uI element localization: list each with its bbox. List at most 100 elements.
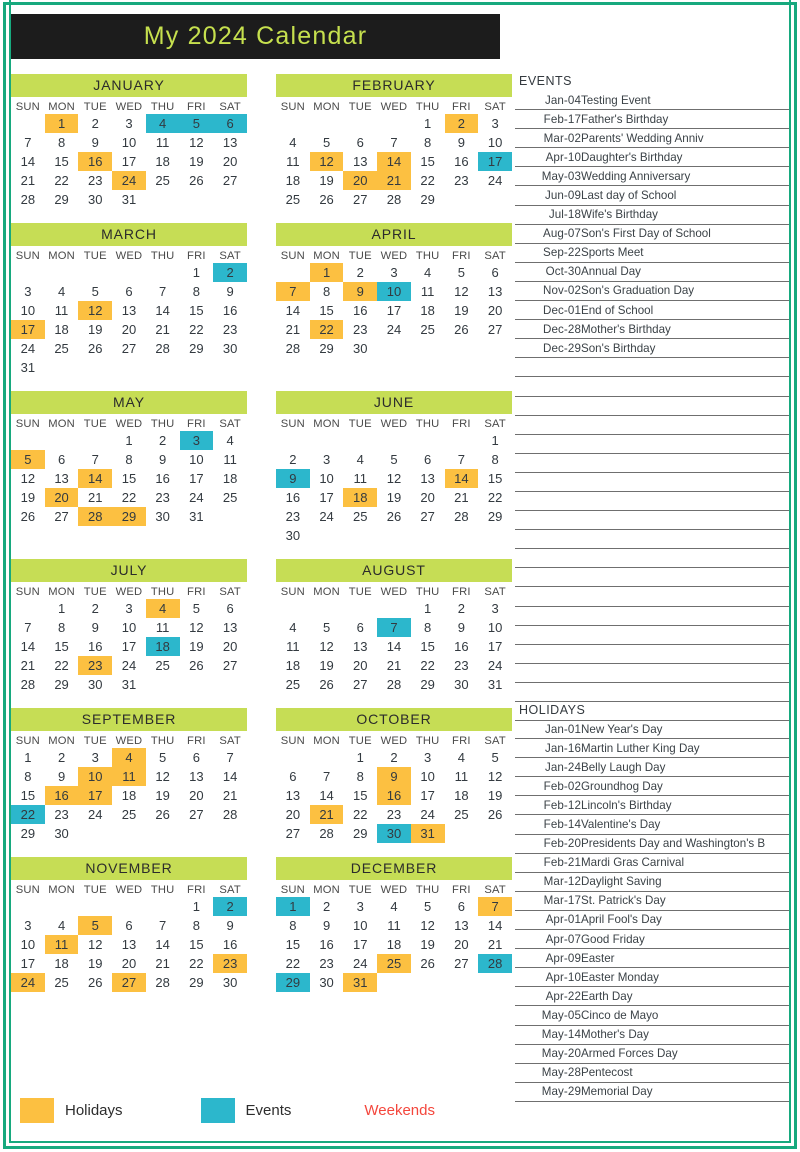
day-cell[interactable]: 26 xyxy=(11,507,45,526)
day-cell[interactable]: 18 xyxy=(145,637,180,656)
day-cell[interactable]: 24 xyxy=(343,954,377,973)
day-cell[interactable]: 14 xyxy=(276,301,310,320)
list-item[interactable]: Dec-01 End of School xyxy=(515,300,789,321)
day-cell[interactable]: 7 xyxy=(310,767,344,786)
day-cell[interactable]: 9 xyxy=(78,618,112,637)
day-cell[interactable]: 22 xyxy=(45,656,79,675)
list-item[interactable]: May-05 Cinco de Mayo xyxy=(515,1005,789,1026)
day-cell[interactable]: 23 xyxy=(445,656,479,675)
day-cell[interactable]: 15 xyxy=(276,935,310,954)
day-cell[interactable]: 18 xyxy=(276,171,310,190)
day-cell[interactable]: 24 xyxy=(478,656,512,675)
day-cell[interactable]: 1 xyxy=(411,114,445,133)
day-cell[interactable]: 14 xyxy=(310,786,344,805)
day-cell[interactable]: 4 xyxy=(213,431,247,450)
day-cell[interactable]: 4 xyxy=(445,748,479,767)
day-cell[interactable]: 13 xyxy=(180,767,214,786)
day-cell[interactable]: 15 xyxy=(11,786,45,805)
day-cell[interactable]: 21 xyxy=(377,171,411,190)
day-cell[interactable]: 10 xyxy=(112,133,146,152)
day-cell[interactable]: 18 xyxy=(112,786,146,805)
day-cell[interactable]: 13 xyxy=(276,786,310,805)
day-cell[interactable]: 9 xyxy=(213,916,247,935)
day-cell[interactable]: 6 xyxy=(112,282,146,301)
day-cell[interactable]: 29 xyxy=(411,190,445,209)
day-cell[interactable]: 9 xyxy=(276,469,310,488)
day-cell[interactable]: 7 xyxy=(11,618,45,637)
day-cell[interactable]: 28 xyxy=(478,954,512,973)
day-cell[interactable]: 26 xyxy=(180,656,214,675)
day-cell[interactable]: 7 xyxy=(146,916,180,935)
day-cell[interactable]: 7 xyxy=(213,748,247,767)
day-cell[interactable]: 28 xyxy=(78,507,113,526)
day-cell[interactable]: 23 xyxy=(78,656,113,675)
list-item[interactable] xyxy=(515,376,789,397)
day-cell[interactable]: 28 xyxy=(213,805,247,824)
day-cell[interactable]: 24 xyxy=(411,805,445,824)
day-cell[interactable]: 21 xyxy=(11,656,45,675)
list-item[interactable]: Aug-07 Son's First Day of School xyxy=(515,224,789,244)
day-cell[interactable]: 16 xyxy=(445,152,479,171)
list-item[interactable]: Apr-01 April Fool's Day xyxy=(515,910,789,931)
day-cell[interactable]: 27 xyxy=(276,824,310,843)
day-cell[interactable]: 19 xyxy=(377,488,411,507)
day-cell[interactable]: 11 xyxy=(276,152,310,171)
day-cell[interactable]: 2 xyxy=(310,897,344,916)
day-cell[interactable]: 2 xyxy=(78,114,112,133)
day-cell[interactable]: 9 xyxy=(213,282,247,301)
day-cell[interactable]: 6 xyxy=(478,263,512,282)
day-cell[interactable]: 28 xyxy=(276,339,310,358)
day-cell[interactable]: 12 xyxy=(11,469,45,488)
day-cell[interactable]: 26 xyxy=(78,339,112,358)
day-cell[interactable]: 14 xyxy=(478,916,512,935)
day-cell[interactable]: 2 xyxy=(377,748,411,767)
day-cell[interactable]: 30 xyxy=(45,824,79,843)
day-cell[interactable]: 1 xyxy=(343,748,377,767)
day-cell[interactable]: 6 xyxy=(112,916,146,935)
day-cell[interactable]: 27 xyxy=(411,507,445,526)
day-cell[interactable]: 11 xyxy=(343,469,377,488)
day-cell[interactable]: 8 xyxy=(11,767,45,786)
day-cell[interactable]: 19 xyxy=(78,320,112,339)
day-cell[interactable]: 19 xyxy=(180,152,214,171)
list-item[interactable]: Jan-01 New Year's Day xyxy=(515,720,789,740)
day-cell[interactable]: 17 xyxy=(478,637,512,656)
day-cell[interactable]: 19 xyxy=(146,786,180,805)
day-cell[interactable]: 9 xyxy=(343,282,378,301)
day-cell[interactable]: 13 xyxy=(445,916,479,935)
day-cell[interactable]: 20 xyxy=(180,786,214,805)
day-cell[interactable]: 25 xyxy=(213,488,247,507)
day-cell[interactable]: 14 xyxy=(11,152,45,171)
day-cell[interactable]: 31 xyxy=(478,675,512,694)
day-cell[interactable]: 25 xyxy=(112,805,146,824)
day-cell[interactable]: 10 xyxy=(377,282,411,301)
list-item[interactable]: Apr-22 Earth Day xyxy=(515,986,789,1007)
day-cell[interactable]: 1 xyxy=(276,897,310,916)
day-cell[interactable]: 25 xyxy=(411,320,445,339)
day-cell[interactable]: 29 xyxy=(343,824,377,843)
list-item[interactable]: Jul-18 Wife's Birthday xyxy=(515,205,789,225)
list-item[interactable]: Jun-09 Last day of School xyxy=(515,185,789,206)
day-cell[interactable]: 18 xyxy=(411,301,445,320)
day-cell[interactable]: 4 xyxy=(45,282,79,301)
list-item[interactable]: Jan-16 Martin Luther King Day xyxy=(515,738,789,759)
day-cell[interactable]: 7 xyxy=(78,450,112,469)
day-cell[interactable]: 15 xyxy=(310,301,344,320)
day-cell[interactable]: 17 xyxy=(411,786,445,805)
day-cell[interactable]: 4 xyxy=(411,263,445,282)
list-item[interactable]: Jan-24 Belly Laugh Day xyxy=(515,757,789,778)
day-cell[interactable]: 18 xyxy=(146,152,180,171)
day-cell[interactable]: 17 xyxy=(11,320,45,339)
day-cell[interactable]: 25 xyxy=(146,656,180,675)
day-cell[interactable]: 21 xyxy=(78,488,112,507)
day-cell[interactable]: 14 xyxy=(146,935,180,954)
list-item[interactable]: May-20 Armed Forces Day xyxy=(515,1044,789,1064)
day-cell[interactable]: 1 xyxy=(411,599,445,618)
day-cell[interactable]: 18 xyxy=(276,656,310,675)
day-cell[interactable]: 24 xyxy=(78,805,112,824)
day-cell[interactable]: 31 xyxy=(112,190,146,209)
day-cell[interactable]: 9 xyxy=(78,133,112,152)
day-cell[interactable]: 12 xyxy=(180,133,214,152)
day-cell[interactable]: 21 xyxy=(146,954,180,973)
day-cell[interactable]: 24 xyxy=(11,973,45,992)
